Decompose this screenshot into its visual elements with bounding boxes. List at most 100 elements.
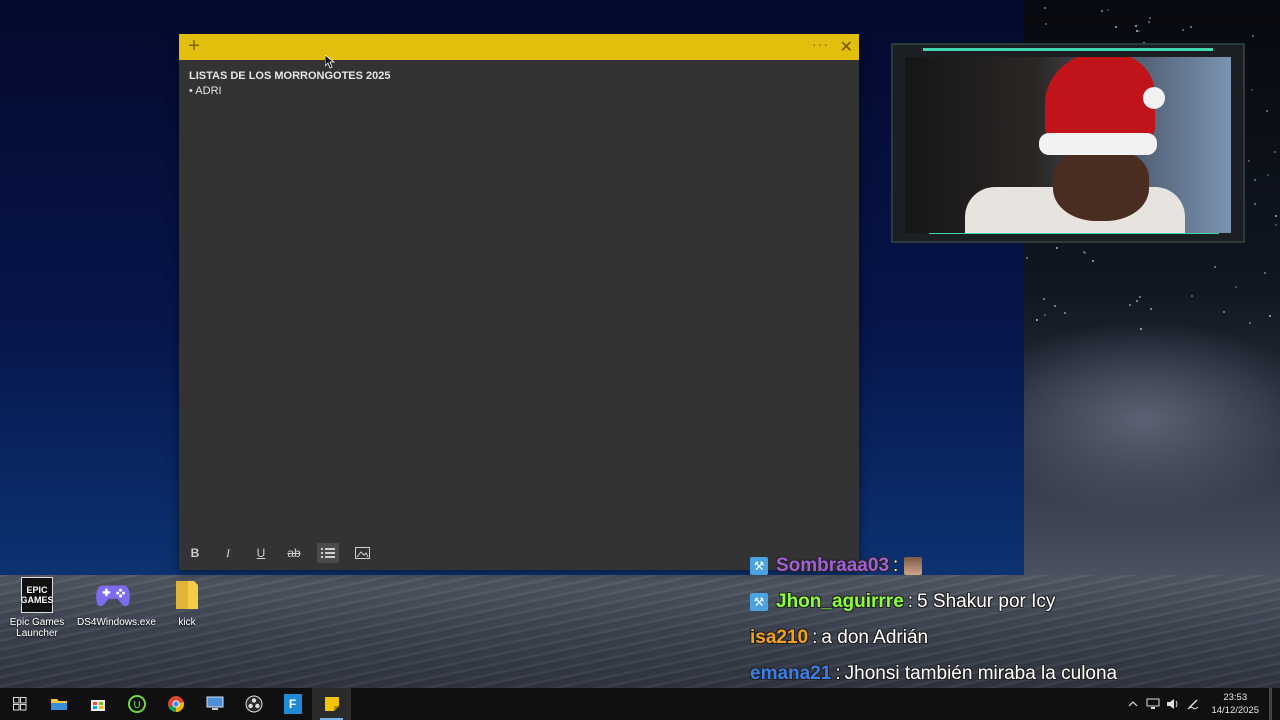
star	[1248, 160, 1250, 162]
chevron-up-icon[interactable]	[1124, 695, 1142, 713]
star	[1191, 295, 1193, 297]
gamepad-icon	[95, 577, 131, 613]
desktop-icon-epic-games[interactable]: EPIC GAMES Epic Games Launcher	[1, 577, 73, 639]
desktop-icon-label: Epic Games Launcher	[9, 617, 65, 639]
epic-games-icon: EPIC GAMES	[19, 577, 55, 613]
star	[1026, 257, 1028, 259]
chrome-icon[interactable]	[156, 688, 195, 720]
star	[1092, 260, 1094, 262]
system-tray: 23:53 14/12/2025	[1123, 688, 1272, 720]
emote-icon	[904, 557, 923, 575]
star	[1148, 21, 1150, 23]
star	[1254, 203, 1256, 205]
star	[1044, 7, 1046, 9]
upwork-icon[interactable]: U	[117, 688, 156, 720]
volume-icon[interactable]	[1164, 695, 1182, 713]
sticky-note-content[interactable]: LISTAS DE LOS MORRONGOTES 2025 • ADRI	[179, 60, 859, 107]
chat-separator: :	[907, 591, 914, 612]
chat-separator: :	[835, 663, 841, 684]
star	[1214, 266, 1216, 268]
underline-button[interactable]: U	[250, 543, 272, 563]
strikethrough-button[interactable]: ab	[283, 543, 305, 563]
star	[1136, 300, 1138, 302]
image-icon[interactable]	[351, 543, 373, 563]
star	[1235, 286, 1237, 288]
santa-hat-brim	[1039, 133, 1157, 155]
star	[1129, 304, 1131, 306]
bold-button[interactable]: B	[184, 543, 206, 563]
chat-text: Jhonsi también miraba la culona	[844, 663, 1118, 684]
remote-desktop-icon[interactable]	[195, 688, 234, 720]
star	[1150, 308, 1152, 310]
star	[1101, 10, 1103, 12]
store-icon[interactable]	[78, 688, 117, 720]
star	[1138, 30, 1140, 32]
note-title: LISTAS DE LOS MORRONGOTES 2025	[189, 70, 391, 82]
star	[1269, 315, 1271, 317]
hammer-badge-icon: ⚒	[750, 593, 768, 611]
star	[1264, 272, 1266, 274]
sticky-note-window[interactable]: + ··· ✕ LISTAS DE LOS MORRONGOTES 2025 •…	[179, 34, 859, 570]
star	[1136, 30, 1138, 32]
star	[1266, 110, 1268, 112]
obs-icon[interactable]	[234, 688, 273, 720]
star	[1275, 224, 1277, 226]
chat-separator: :	[893, 555, 899, 576]
chat-username: emana21	[750, 663, 832, 684]
chat-text: 5 Shakur por Icy	[917, 591, 1056, 612]
network-icon[interactable]	[1144, 695, 1162, 713]
star	[1115, 26, 1117, 28]
star	[1036, 319, 1038, 321]
clock-date: 14/12/2025	[1211, 705, 1259, 716]
star	[1107, 9, 1109, 11]
file-explorer-icon[interactable]	[39, 688, 78, 720]
pen-icon[interactable]	[1184, 695, 1202, 713]
star	[1149, 17, 1151, 19]
taskbar: U F 23:53 14/12/2025	[0, 688, 1280, 720]
desktop-icon-kick-folder[interactable]: kick	[151, 577, 223, 628]
star	[1045, 23, 1047, 25]
chat-message: ⚒ Jhon_aguirrre : 5 Shakur por Icy	[750, 584, 1230, 620]
star	[1190, 26, 1192, 28]
chat-separator: :	[812, 627, 818, 648]
note-list-item: • ADRI	[189, 85, 222, 97]
star	[1252, 35, 1254, 37]
star	[1182, 29, 1184, 31]
list-icon[interactable]	[317, 543, 339, 563]
italic-button[interactable]: I	[217, 543, 239, 563]
fortnite-icon[interactable]: F	[273, 688, 312, 720]
folder-icon	[169, 577, 205, 613]
hammer-badge-icon: ⚒	[750, 557, 768, 575]
star	[1254, 179, 1256, 181]
webcam-feed	[905, 57, 1231, 233]
desktop-icon-label: DS4Windows.exe	[77, 617, 156, 628]
ellipsis-icon[interactable]: ···	[812, 36, 829, 52]
plus-icon[interactable]: +	[185, 36, 203, 56]
desktop-icon-label: kick	[178, 617, 196, 628]
chat-message: isa210 : a don Adrián	[750, 620, 1230, 656]
windows-start-icon[interactable]	[0, 688, 39, 720]
star	[1064, 312, 1066, 314]
sticky-note-title-bar[interactable]: + ··· ✕	[179, 34, 859, 60]
star	[1054, 305, 1056, 307]
chat-message: emana21 : Jhonsi también miraba la culon…	[750, 656, 1230, 692]
star	[1275, 215, 1277, 217]
santa-hat-pompom	[1143, 87, 1165, 109]
sticky-notes-icon[interactable]	[312, 688, 351, 720]
show-desktop-button[interactable]	[1269, 688, 1272, 720]
star	[1249, 322, 1251, 324]
mouse-cursor-icon	[324, 54, 336, 74]
chat-username: isa210	[750, 627, 809, 648]
chat-message: ⚒ Sombraaa03 :	[750, 548, 1230, 584]
star	[1135, 25, 1137, 27]
webcam-frame-deco-top	[923, 48, 1213, 51]
star	[1223, 311, 1225, 313]
star	[1267, 174, 1269, 176]
stream-chat-overlay: ⚒ Sombraaa03 : ⚒ Jhon_aguirrre : 5 Shaku…	[750, 548, 1230, 692]
clock-time: 23:53	[1223, 692, 1248, 703]
close-icon[interactable]: ✕	[840, 37, 853, 57]
star	[1043, 298, 1045, 300]
star	[1083, 251, 1085, 253]
desktop-icon-ds4windows[interactable]: DS4Windows.exe	[77, 577, 156, 628]
taskbar-clock[interactable]: 23:53 14/12/2025	[1211, 691, 1259, 717]
